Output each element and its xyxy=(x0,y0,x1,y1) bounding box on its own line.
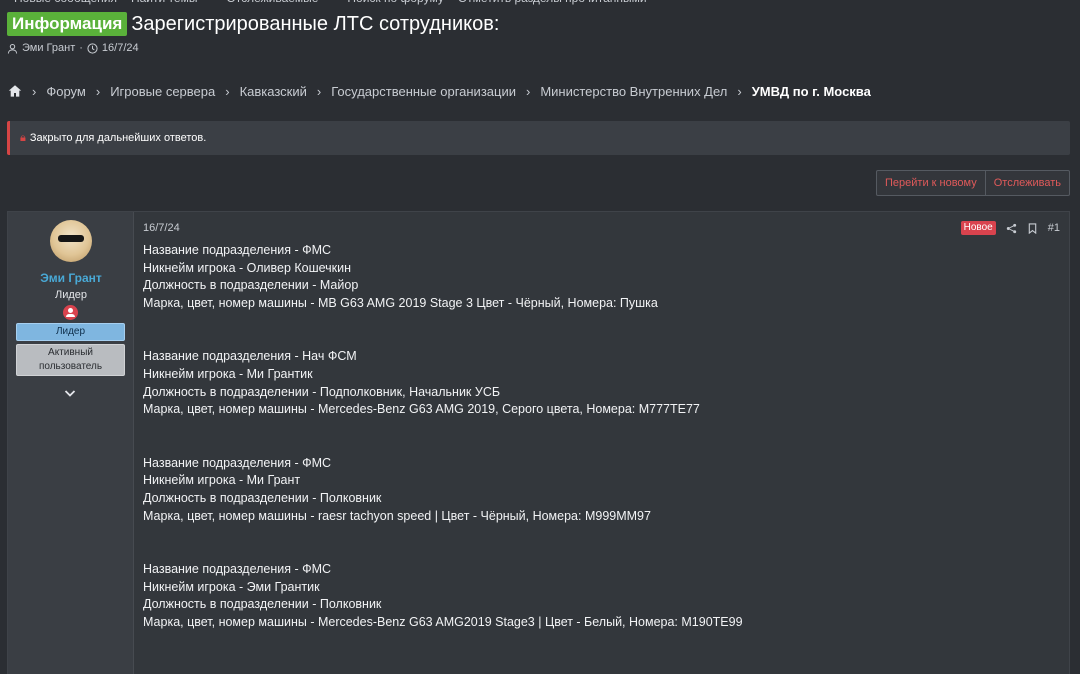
bookmark-icon[interactable] xyxy=(1027,222,1038,234)
entry-nickname: Никнейм игрока - Оливер Кошечкин xyxy=(143,260,352,275)
goto-new-button[interactable]: Перейти к новому xyxy=(877,171,985,195)
thread-author[interactable]: Эми Грант xyxy=(22,42,75,54)
breadcrumb-item-mvd[interactable]: Министерство Внутренних Дел xyxy=(540,84,727,99)
nav-search-forums[interactable]: Поиск по форуму xyxy=(347,0,443,9)
post-number[interactable]: #1 xyxy=(1048,222,1060,234)
list-item: Название подразделения - Нач ФСМ Никнейм… xyxy=(143,348,1043,419)
breadcrumb-item-current[interactable]: УМВД по г. Москва xyxy=(752,84,871,99)
entry-nickname: Никнейм игрока - Ми Грантик xyxy=(143,367,313,382)
post-actions: Новое #1 xyxy=(960,221,1060,235)
meta-separator: · xyxy=(79,42,83,54)
list-item: Название подразделения - ФМС Никнейм игр… xyxy=(143,455,1043,526)
chevron-right-icon: › xyxy=(95,83,101,99)
closed-notice: 🔒︎ Закрыто для дальнейших ответов. xyxy=(7,121,1070,155)
entry-car: Марка, цвет, номер машины - raesr tachyo… xyxy=(143,508,651,523)
post-date[interactable]: 16/7/24 xyxy=(143,222,180,234)
watch-button[interactable]: Отслеживать xyxy=(984,171,1069,195)
chevron-down-icon[interactable]: ▼ xyxy=(203,0,212,9)
chevron-down-icon[interactable]: ▼ xyxy=(324,0,333,9)
entry-position: Должность в подразделении - Майор xyxy=(143,278,359,293)
leader-role-icon xyxy=(63,305,78,320)
list-item: Название подразделения - ФМС Никнейм игр… xyxy=(143,242,1043,313)
entry-position: Должность в подразделении - Подполковник… xyxy=(143,384,501,399)
thread-prefix-badge[interactable]: Информация xyxy=(7,12,128,36)
share-icon[interactable] xyxy=(1006,223,1017,234)
lock-icon: 🔒︎ xyxy=(20,131,26,144)
thread-date[interactable]: 16/7/24 xyxy=(102,42,139,54)
closed-notice-text: Закрыто для дальнейших ответов. xyxy=(29,132,207,144)
thread-actions: Перейти к новому Отслеживать xyxy=(876,170,1070,196)
entry-position: Должность в подразделении - Полковник xyxy=(143,491,382,506)
chevron-down-icon[interactable] xyxy=(63,386,77,400)
entry-division: Название подразделения - Нач ФСМ xyxy=(143,349,357,364)
post-body: Название подразделения - ФМС Никнейм игр… xyxy=(143,242,1043,667)
user-banner-active: Активный пользователь xyxy=(16,344,125,376)
thread-meta: Эми Грант · 16/7/24 xyxy=(7,42,139,54)
chevron-right-icon: › xyxy=(316,83,322,99)
breadcrumb-item-gov-orgs[interactable]: Государственные организации xyxy=(331,84,516,99)
chevron-right-icon: › xyxy=(737,83,742,99)
avatar-glasses xyxy=(58,235,84,242)
home-icon[interactable] xyxy=(8,84,22,98)
post-user-column: Эми Грант Лидер Лидер Активный пользоват… xyxy=(8,212,134,674)
entry-nickname: Никнейм игрока - Эми Грантик xyxy=(143,579,320,594)
entry-car: Марка, цвет, номер машины - Mercedes-Ben… xyxy=(143,615,743,630)
nav-new-posts[interactable]: Новые сообщения xyxy=(14,0,117,9)
top-navigation: Новые сообщения Найти темы ▼ Отслеживаемы… xyxy=(0,0,1080,9)
breadcrumb: › Форум › Игровые сервера › Кавказский ›… xyxy=(8,83,871,99)
page-title: Зарегистрированные ЛТС сотрудников: xyxy=(131,13,500,35)
entry-division: Название подразделения - ФМС xyxy=(143,561,332,576)
thread-title-row: Информация Зарегистрированные ЛТС сотруд… xyxy=(7,12,499,36)
chevron-right-icon: › xyxy=(32,83,37,99)
post: Эми Грант Лидер Лидер Активный пользоват… xyxy=(7,211,1070,674)
breadcrumb-item-forum[interactable]: Форум xyxy=(46,84,86,99)
user-icon xyxy=(7,43,18,54)
entry-car: Марка, цвет, номер машины - MB G63 AMG 2… xyxy=(143,296,658,311)
breadcrumb-item-caucasus[interactable]: Кавказский xyxy=(240,84,307,99)
entry-division: Название подразделения - ФМС xyxy=(143,243,332,257)
breadcrumb-item-game-servers[interactable]: Игровые сервера xyxy=(110,84,215,99)
entry-division: Название подразделения - ФМС xyxy=(143,455,332,470)
list-item: Название подразделения - ФМС Никнейм игр… xyxy=(143,561,1043,632)
user-banner-active-line1: Активный xyxy=(48,347,93,358)
avatar[interactable] xyxy=(50,220,92,262)
entry-position: Должность в подразделении - Полковник xyxy=(143,597,382,612)
new-badge: Новое xyxy=(960,221,996,235)
clock-icon xyxy=(87,42,98,54)
user-banner-leader: Лидер xyxy=(16,323,125,341)
post-username[interactable]: Эми Грант xyxy=(8,271,134,285)
user-banner-active-line2: пользователь xyxy=(38,361,103,372)
entry-nickname: Никнейм игрока - Ми Грант xyxy=(143,473,301,488)
chevron-right-icon: › xyxy=(225,83,230,99)
post-user-title: Лидер xyxy=(54,289,88,301)
entry-car: Марка, цвет, номер машины - Mercedes-Ben… xyxy=(143,402,700,417)
nav-watched[interactable]: Отслеживаемые xyxy=(226,0,318,9)
chevron-right-icon: › xyxy=(525,83,531,99)
nav-mark-read[interactable]: Отметить разделы прочитанными xyxy=(458,0,647,9)
nav-find-threads[interactable]: Найти темы xyxy=(131,0,198,9)
